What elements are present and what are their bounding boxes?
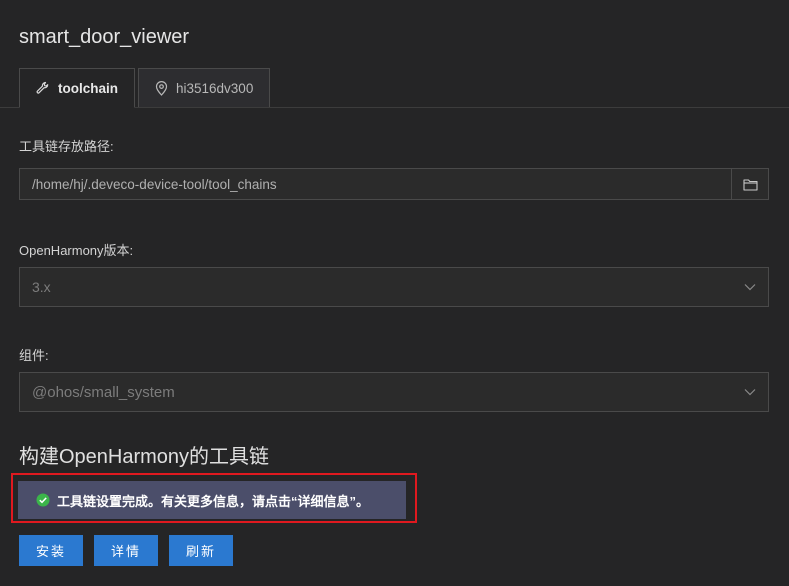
chevron-down-icon xyxy=(744,283,756,291)
wrench-icon xyxy=(36,81,50,95)
install-button[interactable]: 安装 xyxy=(19,535,83,566)
details-button[interactable]: 详情 xyxy=(94,535,158,566)
openharmony-version-value: 3.x xyxy=(32,279,51,295)
check-circle-icon xyxy=(36,493,50,507)
toolchain-status-notice: 工具链设置完成。有关更多信息，请点击“详细信息”。 xyxy=(18,481,406,519)
tab-hi3516dv300-label: hi3516dv300 xyxy=(176,81,254,96)
openharmony-version-label: OpenHarmony版本: xyxy=(19,243,134,258)
build-toolchain-heading: 构建OpenHarmony的工具链 xyxy=(19,446,270,468)
chevron-down-icon xyxy=(744,388,756,396)
component-select[interactable]: @ohos/small_system xyxy=(19,372,769,412)
tab-toolchain[interactable]: toolchain xyxy=(19,68,135,108)
location-pin-icon xyxy=(155,81,168,96)
component-value: @ohos/small_system xyxy=(32,383,175,401)
openharmony-version-select[interactable]: 3.x xyxy=(19,267,769,307)
folder-icon xyxy=(742,178,758,191)
tab-toolchain-label: toolchain xyxy=(58,80,118,96)
toolchain-path-field[interactable]: /home/hj/.deveco-device-tool/tool_chains xyxy=(19,168,769,200)
refresh-button[interactable]: 刷新 xyxy=(169,535,233,566)
tab-hi3516dv300[interactable]: hi3516dv300 xyxy=(138,68,271,108)
project-title: smart_door_viewer xyxy=(19,26,190,48)
browse-folder-button[interactable] xyxy=(731,169,768,199)
toolchain-path-label: 工具链存放路径: xyxy=(19,139,114,154)
toolchain-path-input[interactable]: /home/hj/.deveco-device-tool/tool_chains xyxy=(20,177,731,192)
tab-bar: toolchain hi3516dv300 xyxy=(19,68,273,108)
notice-text: 工具链设置完成。有关更多信息，请点击“详细信息”。 xyxy=(57,493,370,509)
action-buttons: 安装 详情 刷新 xyxy=(19,535,244,566)
component-label: 组件: xyxy=(19,348,49,363)
